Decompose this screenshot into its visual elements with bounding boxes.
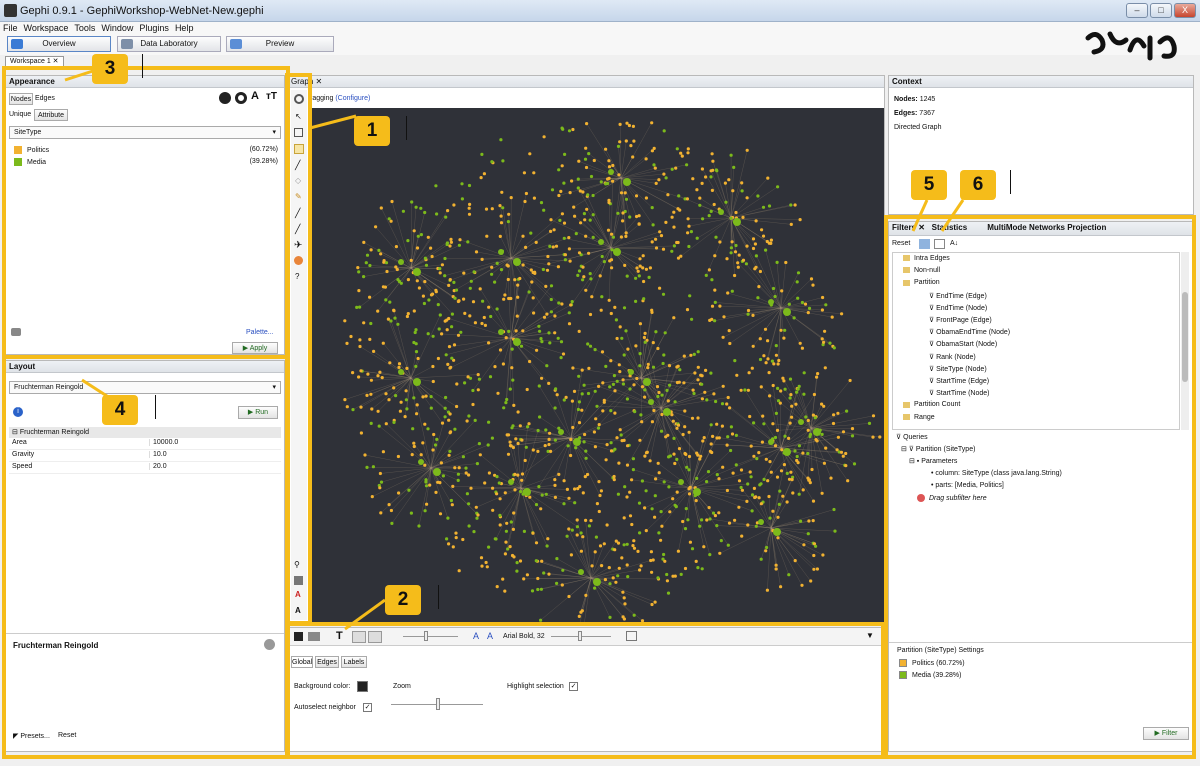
callout-badge-3: 3: [92, 54, 128, 84]
callout-badge-5: 5: [911, 170, 947, 200]
callout-badge-4: 4: [102, 395, 138, 425]
callout-badge-2: 2: [385, 585, 421, 615]
callout-badge-6: 6: [960, 170, 996, 200]
text-cursor-1: [406, 116, 407, 140]
text-cursor-4: [155, 395, 156, 419]
callout-lines: [64, 68, 965, 631]
callout-badge-1: 1: [354, 116, 390, 146]
text-cursor-2: [438, 585, 439, 609]
text-cursor-3: [142, 54, 143, 78]
text-cursor-6: [1010, 170, 1011, 194]
